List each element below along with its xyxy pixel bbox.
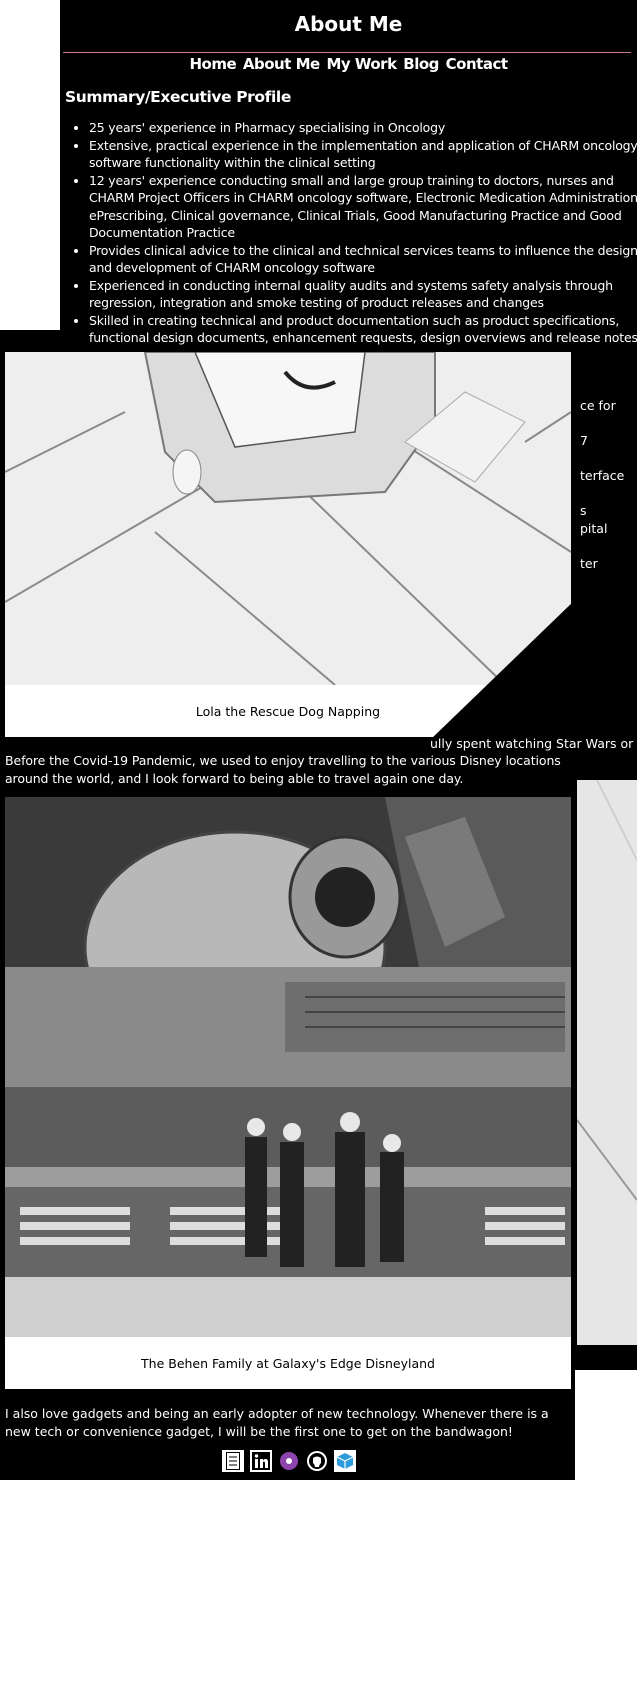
travel-paragraph: Before the Covid-19 Pandemic, we used to… — [5, 753, 561, 786]
section-heading: Summary/Executive Profile — [65, 88, 291, 106]
family-photo-caption: The Behen Family at Galaxy's Edge Disney… — [141, 1356, 435, 1371]
obscured-text: 7 — [580, 433, 588, 448]
nav-about[interactable]: About Me — [243, 55, 320, 73]
list-item: Skilled in creating technical and produc… — [89, 312, 637, 347]
obscured-text: ce for — [580, 398, 616, 413]
list-item: Experienced in conducting internal quali… — [89, 277, 637, 312]
github-icon[interactable] — [306, 1450, 328, 1472]
gadgets-paragraph: I also love gadgets and being an early a… — [5, 1406, 549, 1439]
nav-contact[interactable]: Contact — [446, 55, 508, 73]
cube-icon[interactable] — [334, 1450, 356, 1472]
podcast-icon[interactable] — [278, 1450, 300, 1472]
page-title: About Me — [294, 12, 403, 36]
obscured-text: ter — [580, 556, 598, 571]
main-nav: Home About Me My Work Blog Contact — [60, 55, 637, 73]
title-divider — [63, 52, 631, 53]
background-photo-strip — [577, 780, 637, 1345]
obscured-text: pital — [580, 521, 608, 536]
obscured-text: s — [580, 503, 587, 518]
social-links — [222, 1449, 356, 1473]
summary-list: 25 years' experience in Pharmacy special… — [67, 119, 637, 347]
diagonal-overlay — [430, 600, 575, 740]
list-item: Extensive, practical experience in the i… — [89, 137, 637, 172]
family-photo — [5, 797, 571, 1337]
travel-partial-line: ully spent watching Star Wars or — [430, 736, 634, 751]
family-photo-card: The Behen Family at Galaxy's Edge Disney… — [5, 797, 571, 1389]
list-item: Provides clinical advice to the clinical… — [89, 242, 637, 277]
obscured-text: terface — [580, 468, 625, 483]
nav-home[interactable]: Home — [189, 55, 236, 73]
nav-blog[interactable]: Blog — [403, 55, 439, 73]
nav-my-work[interactable]: My Work — [326, 55, 397, 73]
resume-icon[interactable] — [222, 1450, 244, 1472]
linkedin-icon[interactable] — [250, 1450, 272, 1472]
list-item: 12 years' experience conducting small an… — [89, 172, 637, 242]
list-item: 25 years' experience in Pharmacy special… — [89, 119, 637, 137]
